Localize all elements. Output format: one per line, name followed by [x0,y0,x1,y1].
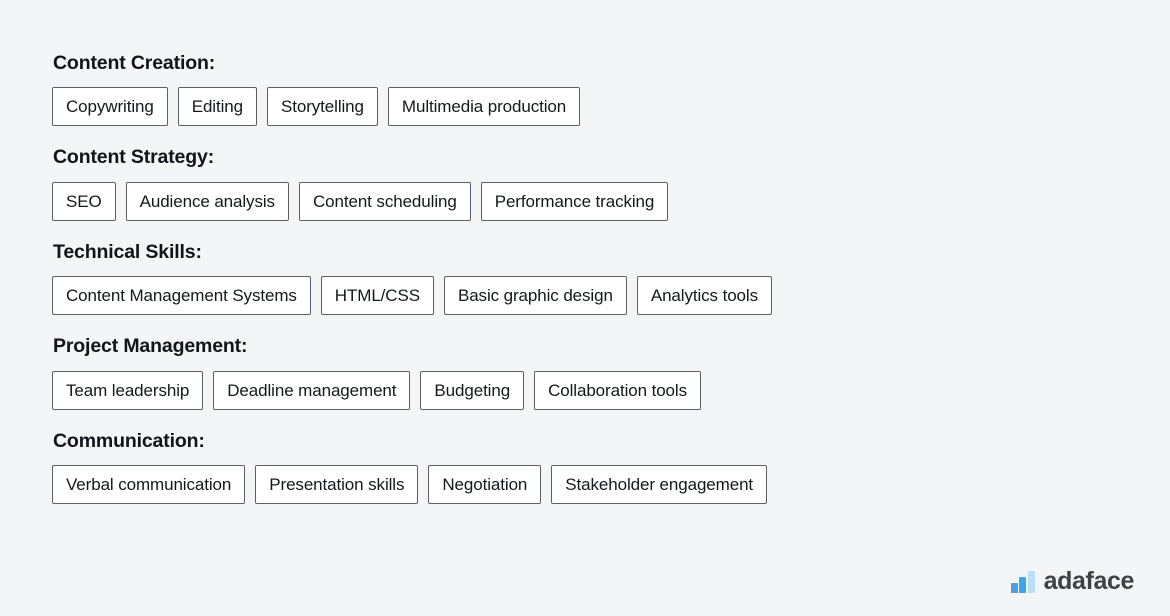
skill-chips-row: Content Management Systems HTML/CSS Basi… [52,276,1122,316]
skill-chip[interactable]: Deadline management [213,370,411,410]
bar-chart-bar-3 [1027,570,1035,593]
bar-chart-bar-2 [1019,576,1027,593]
skill-chip[interactable]: Presentation skills [255,464,419,504]
skill-chip[interactable]: Content Management Systems [52,276,311,316]
skills-overview-page: Content Creation: Copywriting Editing St… [0,0,1170,616]
skill-chip[interactable]: Collaboration tools [534,370,701,410]
skill-chip[interactable]: Team leadership [52,370,204,410]
section-heading: Communication: [53,429,205,452]
skill-section-communication: Communication: Verbal communication Pres… [52,430,1122,504]
skill-chip[interactable]: SEO [52,181,116,221]
skill-chip[interactable]: Storytelling [267,87,378,127]
skill-chip[interactable]: Editing [177,87,257,127]
skill-chip[interactable]: HTML/CSS [320,276,434,316]
skill-section-technical-skills: Technical Skills: Content Management Sys… [52,240,1122,316]
skill-chip[interactable]: Negotiation [428,464,542,504]
skill-chips-row: Verbal communication Presentation skills… [52,464,1122,504]
skill-chip[interactable]: Verbal communication [52,464,246,504]
skill-chip[interactable]: Analytics tools [636,276,772,316]
adaface-logo: adaface [1010,567,1135,595]
skill-chip[interactable]: Audience analysis [125,181,289,221]
skill-chip[interactable]: Performance tracking [480,181,669,221]
skill-chip[interactable]: Multimedia production [387,87,581,127]
section-heading: Content Strategy: [53,146,215,169]
skill-chips-row: Team leadership Deadline management Budg… [52,370,1122,410]
skill-section-content-strategy: Content Strategy: SEO Audience analysis … [52,146,1122,221]
skill-chip[interactable]: Budgeting [420,370,525,410]
bar-chart-bar-1 [1010,582,1018,593]
section-heading: Project Management: [53,335,248,358]
skill-chips-row: Copywriting Editing Storytelling Multime… [52,87,1122,127]
skill-section-project-management: Project Management: Team leadership Dead… [52,335,1122,410]
skill-section-content-creation: Content Creation: Copywriting Editing St… [52,52,1122,127]
skill-chip[interactable]: Stakeholder engagement [551,464,768,504]
skill-chip[interactable]: Copywriting [52,87,168,127]
skill-chip[interactable]: Content scheduling [298,181,471,221]
section-heading: Technical Skills: [53,240,202,263]
skill-chip[interactable]: Basic graphic design [443,276,627,316]
bar-chart-icon [1010,570,1035,593]
brand-wordmark: adaface [1043,567,1135,595]
section-heading: Content Creation: [53,52,216,74]
skill-chips-row: SEO Audience analysis Content scheduling… [52,181,1122,221]
